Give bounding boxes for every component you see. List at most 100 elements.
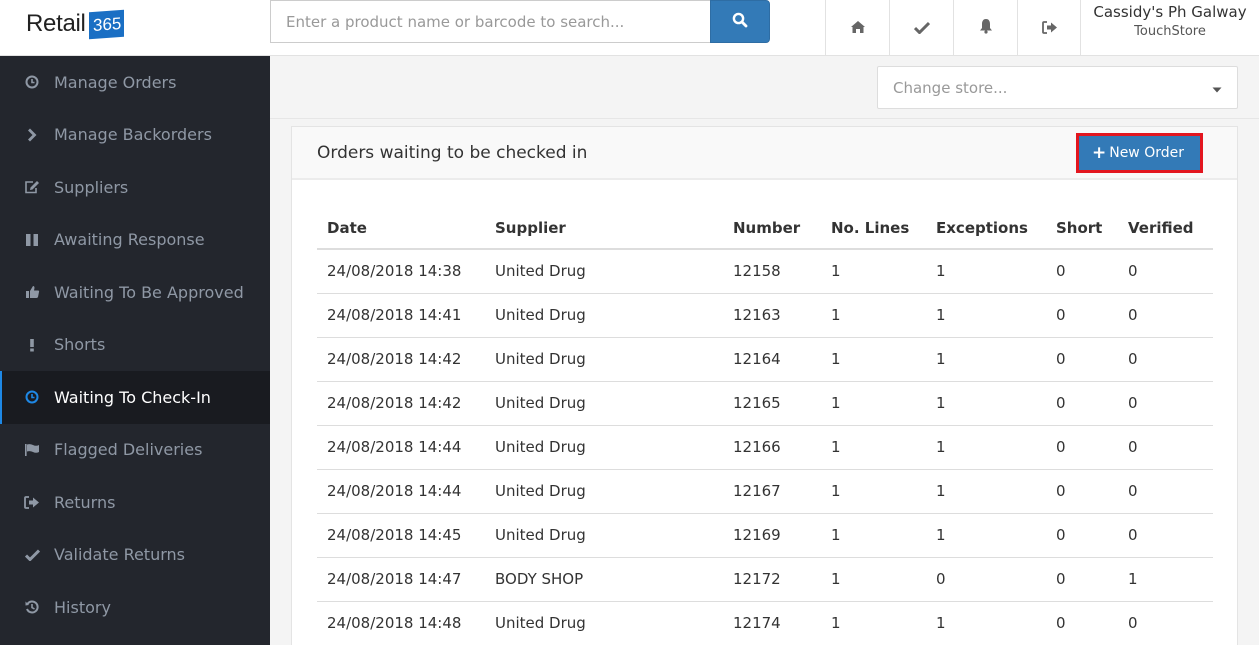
sign-out-icon [1041,19,1058,38]
table-row[interactable]: 24/08/2018 14:41 United Drug 12163 1 1 0 0 [317,293,1213,338]
sidebar-item-label: Shorts [54,335,106,355]
sidebar-item-label: Waiting To Check-In [54,387,211,407]
home-button[interactable] [825,0,889,56]
sidebar-item-manage-backorders[interactable]: Manage Backorders [0,109,270,162]
table-row[interactable]: 24/08/2018 14:44 United Drug 12167 1 1 0 0 [317,469,1213,514]
cell-no-lines: 1 [821,249,926,294]
notifications-button[interactable] [953,0,1017,56]
cell-exceptions: 1 [926,469,1046,514]
sidebar-item-awaiting-response[interactable]: Awaiting Response [0,214,270,267]
cell-verified: 0 [1118,601,1213,645]
table-row[interactable]: 24/08/2018 14:45 United Drug 12169 1 1 0 0 [317,513,1213,558]
user-store-info[interactable]: Cassidy's Ph Galway TouchStore [1080,0,1259,56]
orders-table: Date Supplier Number No. Lines Exception… [317,207,1213,645]
column-header-date[interactable]: Date [317,207,485,250]
cell-short: 0 [1046,425,1118,470]
cell-no-lines: 1 [821,557,926,602]
column-header-exceptions[interactable]: Exceptions [926,207,1046,250]
tasks-button[interactable] [889,0,953,56]
sidebar-item-label: Manage Backorders [54,125,212,145]
table-row[interactable]: 24/08/2018 14:47 BODY SHOP 12172 1 0 0 1 [317,557,1213,602]
cell-supplier: United Drug [485,601,723,645]
column-header-supplier[interactable]: Supplier [485,207,723,250]
cell-number: 12167 [723,469,821,514]
flag-icon [23,441,41,459]
sidebar-item-label: Validate Returns [54,545,185,565]
edit-icon [23,178,41,196]
orders-panel: Orders waiting to be checked in + New Or… [291,126,1238,645]
sidebar-item-label: Flagged Deliveries [54,440,203,460]
cell-number: 12174 [723,601,821,645]
sidebar: Manage Orders Manage Backorders Supplier… [0,56,270,645]
user-name: Cassidy's Ph Galway [1093,3,1247,21]
cell-verified: 0 [1118,249,1213,294]
top-icon-group [825,0,1081,56]
cell-date: 24/08/2018 14:42 [317,337,485,382]
cell-short: 0 [1046,381,1118,426]
cell-exceptions: 1 [926,601,1046,645]
cell-exceptions: 1 [926,249,1046,294]
new-order-button[interactable]: + New Order [1078,135,1200,170]
search-button[interactable] [710,0,770,43]
cell-no-lines: 1 [821,337,926,382]
sidebar-item-waiting-to-check-in[interactable]: Waiting To Check-In [0,371,270,424]
change-store-placeholder: Change store... [893,78,1008,97]
sidebar-item-label: Manage Orders [54,72,177,92]
cell-verified: 0 [1118,469,1213,514]
cell-verified: 0 [1118,293,1213,338]
cell-exceptions: 1 [926,513,1046,558]
table-row[interactable]: 24/08/2018 14:44 United Drug 12166 1 1 0 0 [317,425,1213,470]
sidebar-item-label: Suppliers [54,177,129,197]
sidebar-item-label: Awaiting Response [54,230,205,250]
clock-icon [23,388,41,406]
home-icon [850,19,866,38]
cell-number: 12158 [723,249,821,294]
sidebar-item-history[interactable]: History [0,581,270,634]
table-row[interactable]: 24/08/2018 14:42 United Drug 12164 1 1 0 0 [317,337,1213,382]
table-row[interactable]: 24/08/2018 14:42 United Drug 12165 1 1 0 0 [317,381,1213,426]
sidebar-item-waiting-to-be-approved[interactable]: Waiting To Be Approved [0,266,270,319]
cell-verified: 0 [1118,513,1213,558]
cell-date: 24/08/2018 14:48 [317,601,485,645]
sidebar-item-suppliers[interactable]: Suppliers [0,161,270,214]
sidebar-item-manage-orders[interactable]: Manage Orders [0,56,270,109]
logo-badge: 365 [88,9,124,39]
cell-number: 12169 [723,513,821,558]
table-row[interactable]: 24/08/2018 14:48 United Drug 12174 1 1 0 0 [317,601,1213,645]
plus-icon: + [1091,142,1107,163]
chevron-right-icon [23,126,41,144]
sidebar-item-label: Waiting To Be Approved [54,282,244,302]
cell-date: 24/08/2018 14:41 [317,293,485,338]
sidebar-item-shorts[interactable]: Shorts [0,319,270,372]
column-header-short[interactable]: Short [1046,207,1118,250]
cell-number: 12163 [723,293,821,338]
search-input[interactable] [270,0,710,43]
sidebar-item-returns[interactable]: Returns [0,476,270,529]
cell-verified: 0 [1118,337,1213,382]
column-header-verified[interactable]: Verified [1118,207,1213,250]
sidebar-item-flagged-deliveries[interactable]: Flagged Deliveries [0,424,270,477]
cell-verified: 1 [1118,557,1213,602]
cell-no-lines: 1 [821,293,926,338]
caret-down-icon [1212,79,1222,97]
cell-short: 0 [1046,469,1118,514]
column-header-no-lines[interactable]: No. Lines [821,207,926,250]
top-bar: Retail 365 Enter a product name or barco… [0,0,1259,56]
sidebar-item-label: Returns [54,492,116,512]
cell-number: 12172 [723,557,821,602]
cell-supplier: United Drug [485,425,723,470]
divider [270,118,1259,119]
sign-out-icon [23,493,41,511]
clock-icon [23,73,41,91]
highlight-box: + New Order [1075,132,1203,173]
exclamation-icon [23,336,41,354]
column-header-number[interactable]: Number [723,207,821,250]
table-row[interactable]: 24/08/2018 14:38 United Drug 12158 1 1 0 0 [317,249,1213,294]
sign-out-button[interactable] [1017,0,1081,56]
cell-date: 24/08/2018 14:44 [317,469,485,514]
sidebar-item-validate-returns[interactable]: Validate Returns [0,529,270,582]
sidebar-item-label: History [54,597,111,617]
cell-supplier: BODY SHOP [485,557,723,602]
change-store-select[interactable]: Change store... [877,66,1238,109]
logo[interactable]: Retail 365 [26,6,124,42]
